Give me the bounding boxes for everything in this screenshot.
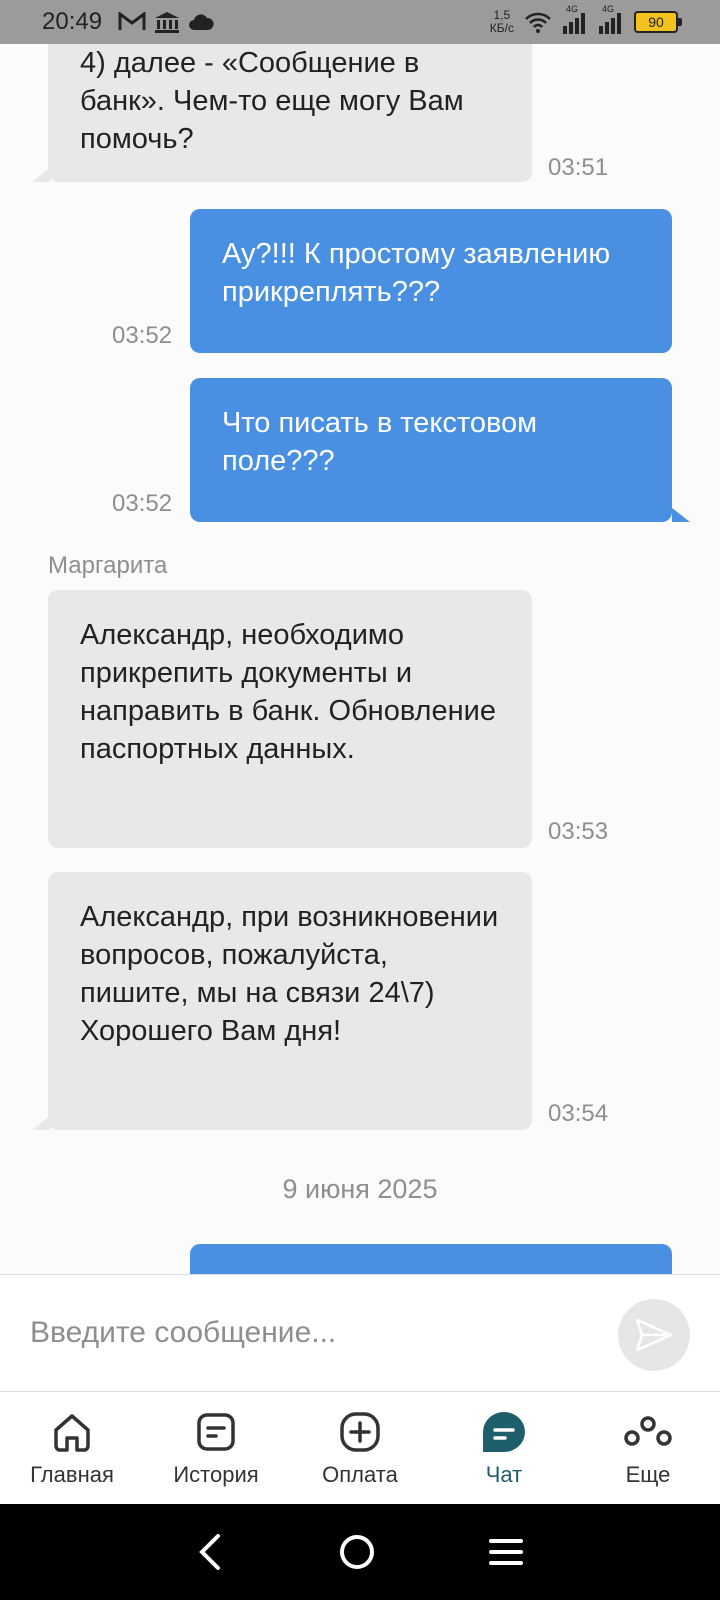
- bank-icon: [155, 12, 180, 33]
- sender-name: Маргарита: [48, 552, 168, 579]
- plus-circle-icon: [340, 1412, 380, 1452]
- nav-item-chat[interactable]: Чат: [432, 1392, 576, 1504]
- signal-icon: [599, 13, 621, 34]
- gmail-icon: [118, 12, 146, 30]
- message-incoming: Александр, необходимо прикрепить докумен…: [48, 590, 532, 848]
- more-icon: [624, 1416, 672, 1446]
- home-circle-icon[interactable]: [337, 1532, 377, 1572]
- message-outgoing: Ау?!!! К простому заявлению прикреплять?…: [190, 209, 672, 353]
- system-navigation-bar: [0, 1504, 720, 1600]
- bottom-navigation: Главная История Оплата Чат Еще: [0, 1392, 720, 1504]
- menu-icon[interactable]: [488, 1537, 524, 1567]
- send-icon: [635, 1318, 673, 1352]
- message-time: 03:53: [548, 818, 609, 845]
- nav-item-payment[interactable]: Оплата: [288, 1392, 432, 1504]
- message-outgoing: Что писать в текстовом поле???: [190, 378, 672, 522]
- nav-item-history[interactable]: История: [144, 1392, 288, 1504]
- cloud-icon: [189, 14, 214, 30]
- network-speed: 1,5 КБ/с: [489, 8, 514, 35]
- wifi-icon: [525, 12, 551, 33]
- message-incoming: Александр, при возникновении вопросов, п…: [48, 872, 532, 1130]
- status-time: 20:49: [42, 8, 103, 35]
- battery-icon: 90: [634, 11, 682, 33]
- message-input[interactable]: [30, 1305, 590, 1361]
- message-incoming: 4) далее - «Сообщение в банк». Чем-то ещ…: [48, 44, 532, 182]
- message-time: 03:51: [548, 154, 609, 181]
- nav-item-more[interactable]: Еще: [576, 1392, 720, 1504]
- history-icon: [197, 1413, 235, 1451]
- nav-item-home[interactable]: Главная: [0, 1392, 144, 1504]
- chat-messages[interactable]: 4) далее - «Сообщение в банк». Чем-то ещ…: [0, 44, 720, 1274]
- message-input-bar: [0, 1274, 720, 1392]
- send-button[interactable]: [618, 1299, 690, 1371]
- message-outgoing: [190, 1244, 672, 1274]
- message-time: 03:52: [112, 322, 173, 349]
- home-icon: [54, 1414, 90, 1452]
- chat-icon: [483, 1412, 525, 1452]
- message-time: 03:52: [112, 490, 173, 517]
- message-time: 03:54: [548, 1100, 609, 1127]
- signal-icon: [563, 13, 585, 34]
- back-icon[interactable]: [196, 1532, 226, 1572]
- status-bar: 20:49 1,5 КБ/с 4G 4G 90: [0, 0, 720, 44]
- date-separator: 9 июня 2025: [282, 1174, 438, 1204]
